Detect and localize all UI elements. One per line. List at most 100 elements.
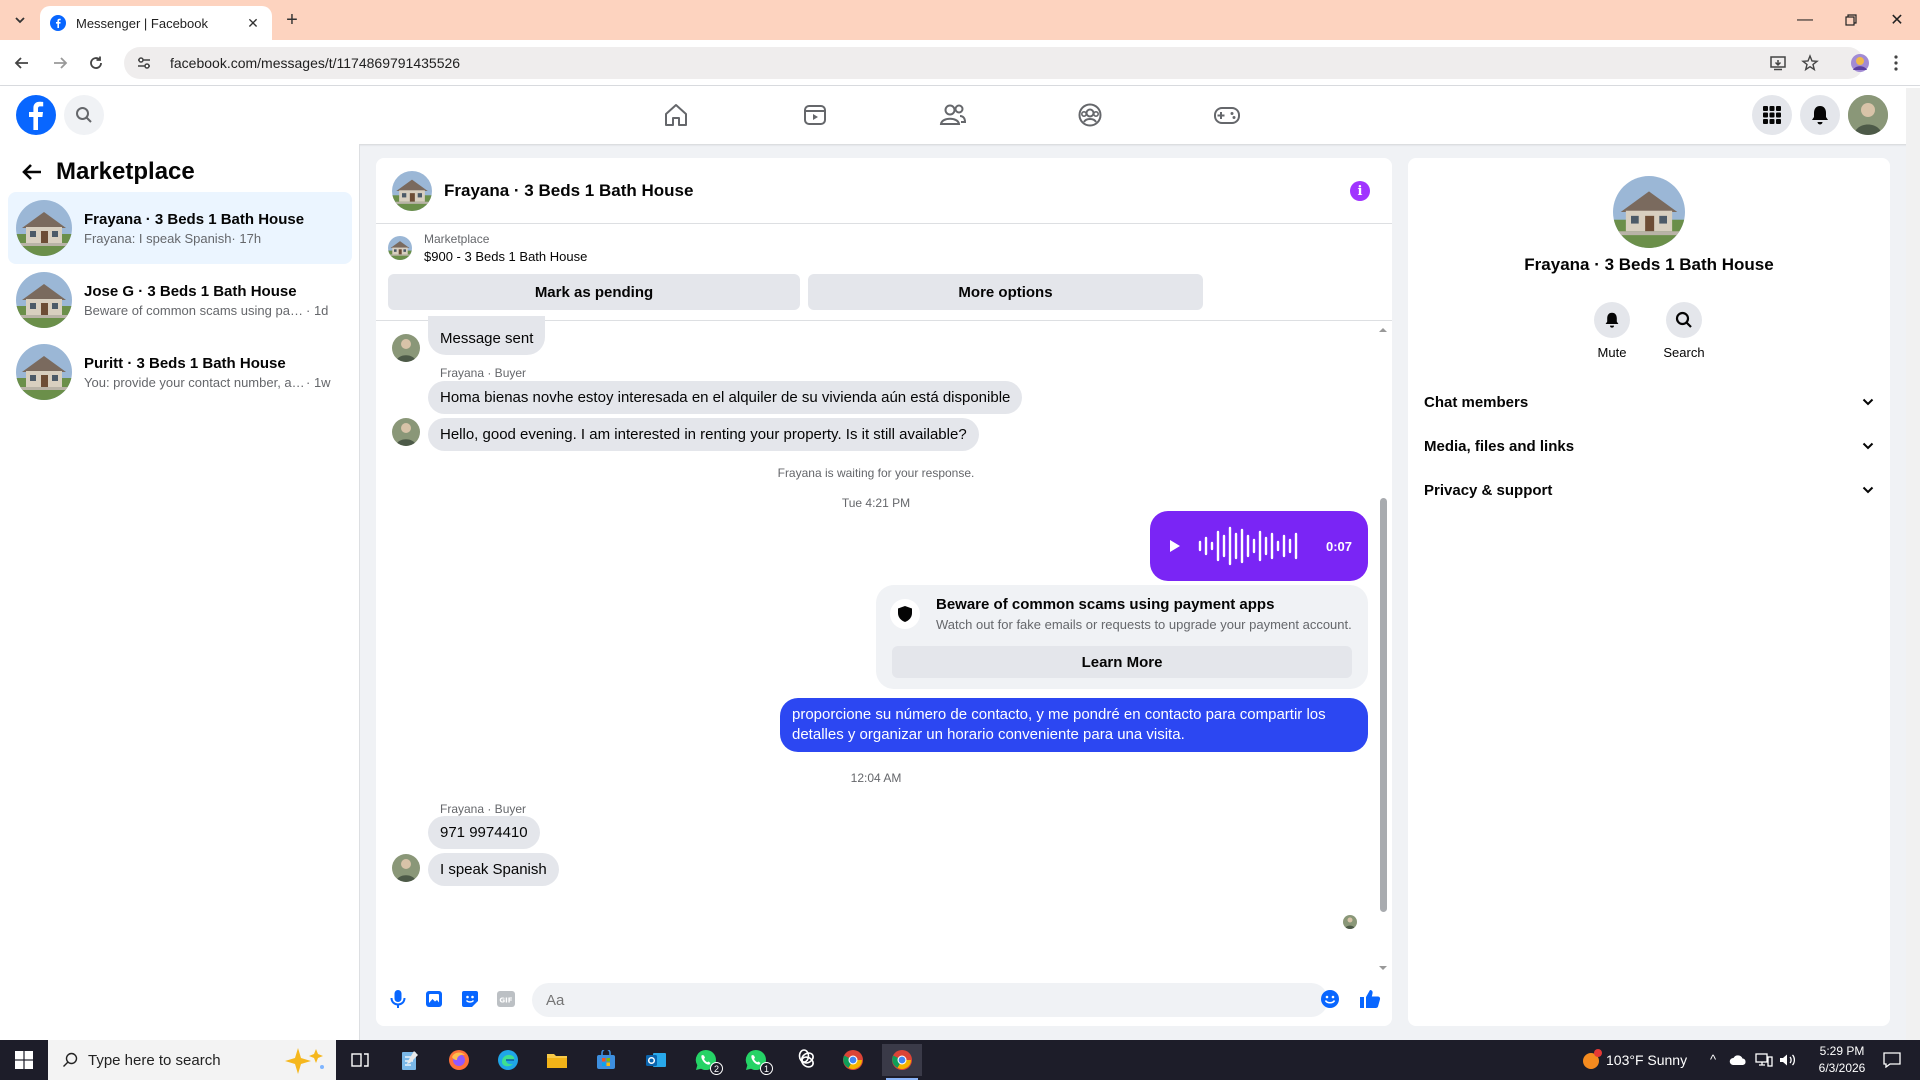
message-sent-notice: Message sent [428, 316, 546, 355]
restore-button[interactable] [1828, 0, 1874, 40]
outlook-app-icon[interactable] [636, 1044, 676, 1076]
scroll-thumb[interactable] [1380, 498, 1387, 912]
scroll-up-icon[interactable] [1377, 326, 1389, 334]
url-text: facebook.com/messages/t/1174869791435526 [170, 55, 461, 71]
store-app-icon[interactable] [586, 1044, 626, 1076]
taskbar-search[interactable]: Type here to search [48, 1040, 336, 1080]
incoming-message[interactable]: Homa bienas novhe estoy interesada en el… [428, 381, 1023, 414]
install-app-button[interactable] [1766, 51, 1790, 75]
browser-tab-bar: Messenger | Facebook ✕ + — ✕ [0, 0, 1920, 40]
photo-icon[interactable] [422, 987, 446, 1011]
address-bar[interactable]: facebook.com/messages/t/1174869791435526 [124, 47, 1864, 79]
nav-gaming[interactable] [1207, 96, 1247, 134]
mute-label: Mute [1597, 345, 1627, 360]
whatsapp-app-icon[interactable]: 2 [686, 1044, 726, 1076]
weather-text[interactable]: 103°F Sunny [1606, 1052, 1687, 1068]
arrow-left-icon[interactable] [20, 160, 44, 184]
conversation-item[interactable]: Puritt · 3 Beds 1 Bath House You: provid… [8, 336, 352, 408]
clock-date[interactable]: 6/3/2026 [1812, 1061, 1872, 1075]
back-button[interactable] [10, 51, 34, 75]
new-tab-button[interactable]: + [280, 8, 304, 32]
sticker-icon[interactable] [458, 987, 482, 1011]
notifications-button[interactable] [1800, 95, 1840, 135]
incoming-message[interactable]: Hello, good evening. I am interested in … [428, 418, 979, 451]
listing-info[interactable]: Marketplace $900 - 3 Beds 1 Bath House [388, 232, 587, 264]
edge-app-icon[interactable] [488, 1044, 528, 1076]
show-hidden-icons[interactable]: ^ [1710, 1052, 1716, 1067]
timestamp: 12:04 AM [850, 771, 902, 785]
tab-search-button[interactable] [8, 8, 32, 32]
chrome-app-icon[interactable] [833, 1044, 873, 1076]
chat-title[interactable]: Frayana · 3 Beds 1 Bath House [444, 181, 693, 201]
media-files-links-section[interactable]: Media, files and links [1424, 424, 1878, 468]
outgoing-message[interactable]: proporcione su número de contacto, y me … [780, 698, 1368, 752]
browser-menu-button[interactable] [1884, 51, 1908, 75]
facebook-search-button[interactable] [64, 95, 104, 135]
clock-time[interactable]: 5:29 PM [1812, 1044, 1872, 1058]
network-icon[interactable] [1752, 1044, 1776, 1076]
chat-members-section[interactable]: Chat members [1424, 380, 1878, 424]
play-icon[interactable] [1166, 538, 1182, 554]
chatgpt-app-icon[interactable] [784, 1044, 824, 1076]
forward-button[interactable] [48, 51, 72, 75]
chat-avatar[interactable] [392, 171, 432, 211]
message-scrollbar[interactable] [1377, 326, 1389, 972]
message-input[interactable] [532, 983, 1328, 1017]
bell-icon [1605, 312, 1619, 328]
privacy-support-section[interactable]: Privacy & support [1424, 468, 1878, 512]
search-conversation-button[interactable]: Search [1654, 302, 1714, 360]
conversation-time: · 1w [306, 374, 331, 390]
mute-button[interactable]: Mute [1582, 302, 1642, 360]
friends-icon [939, 104, 967, 125]
firefox-app-icon[interactable] [439, 1044, 479, 1076]
incoming-message[interactable]: I speak Spanish [428, 853, 559, 886]
chevron-down-icon [15, 17, 25, 24]
chrome-profile-app-icon[interactable] [882, 1044, 922, 1080]
whatsapp-business-app-icon[interactable]: 1 [736, 1044, 776, 1076]
file-explorer-icon[interactable] [537, 1044, 577, 1076]
notification-center-icon[interactable] [1872, 1044, 1912, 1076]
conversation-name: Jose G · 3 Beds 1 Bath House [84, 282, 297, 300]
conversation-item[interactable]: Frayana · 3 Beds 1 Bath House Frayana: I… [8, 192, 352, 264]
thumbs-up-icon[interactable] [1358, 987, 1382, 1011]
account-avatar[interactable] [1848, 95, 1888, 135]
info-icon[interactable]: i [1350, 181, 1370, 201]
conversation-name: Frayana · 3 Beds 1 Bath House [84, 210, 305, 228]
contact-avatar[interactable] [1613, 176, 1685, 248]
learn-more-button[interactable]: Learn More [892, 646, 1352, 678]
mark-as-pending-button[interactable]: Mark as pending [388, 274, 800, 310]
nav-groups[interactable] [1070, 96, 1110, 134]
chat-header: Frayana · 3 Beds 1 Bath House i [376, 158, 1392, 224]
voice-message[interactable]: 0:07 [1150, 511, 1368, 581]
scroll-down-icon[interactable] [1377, 964, 1389, 972]
marketplace-conversation-list: Marketplace Frayana · 3 Beds 1 Bath Hous… [0, 144, 360, 1040]
nav-home[interactable] [656, 96, 696, 134]
menu-button[interactable] [1752, 95, 1792, 135]
conversation-item[interactable]: Jose G · 3 Beds 1 Bath House Beware of c… [8, 264, 352, 336]
conversation-preview: Beware of common scams using pay... [84, 302, 306, 318]
facebook-logo-icon[interactable] [16, 95, 56, 135]
profile-button[interactable] [1848, 51, 1872, 75]
emoji-icon[interactable] [1318, 987, 1342, 1011]
incoming-message[interactable]: 971 9974410 [428, 816, 540, 849]
close-window-button[interactable]: ✕ [1874, 0, 1920, 40]
notepad-app-icon[interactable] [390, 1044, 430, 1076]
nav-video[interactable] [795, 96, 835, 134]
reload-button[interactable] [84, 51, 108, 75]
onedrive-icon[interactable] [1726, 1044, 1750, 1076]
gaming-icon [1214, 107, 1240, 124]
tab-close-icon[interactable]: ✕ [244, 14, 262, 32]
volume-icon[interactable] [1776, 1044, 1800, 1076]
account-photo-icon [1848, 95, 1888, 135]
minimize-button[interactable]: — [1782, 0, 1828, 40]
more-options-button[interactable]: More options [808, 274, 1203, 310]
scam-warning-description: Watch out for fake emails or requests to… [936, 617, 1352, 632]
nav-friends[interactable] [933, 96, 973, 134]
task-view-icon[interactable] [340, 1044, 380, 1076]
bookmark-button[interactable] [1798, 51, 1822, 75]
page-scrollbar[interactable] [1906, 88, 1920, 1040]
start-button[interactable] [0, 1040, 48, 1080]
microphone-icon[interactable] [386, 987, 410, 1011]
browser-tab-messenger[interactable]: Messenger | Facebook ✕ [40, 6, 272, 40]
gif-icon[interactable]: GIF [494, 987, 518, 1011]
